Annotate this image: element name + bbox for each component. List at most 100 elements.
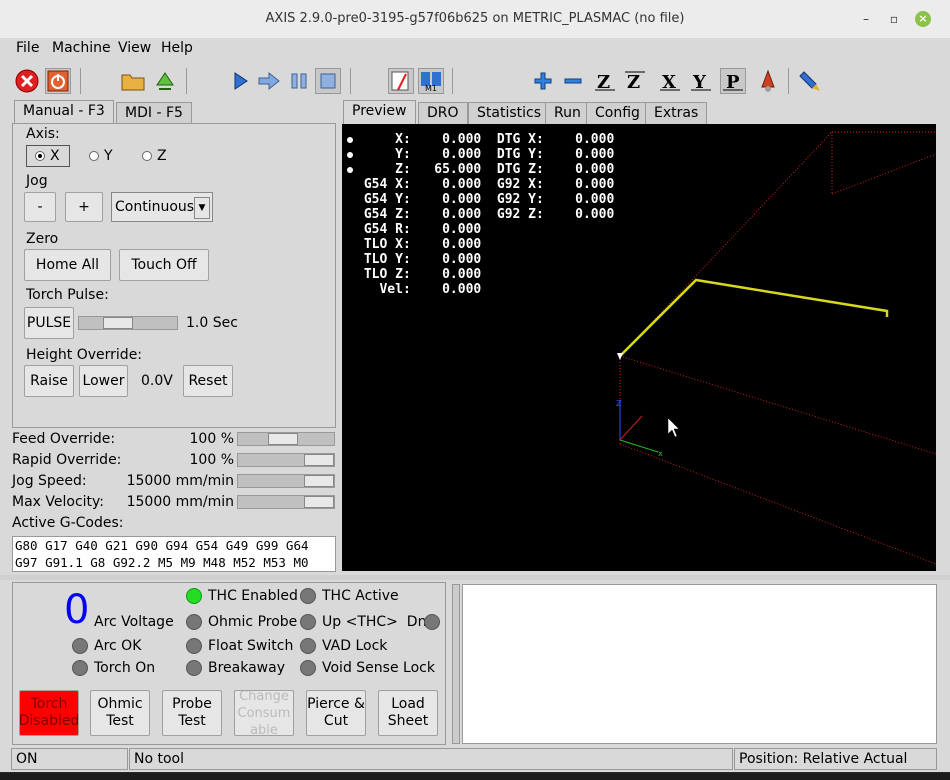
output-scrollbar[interactable] bbox=[452, 584, 460, 744]
menu-help[interactable]: Help bbox=[161, 40, 193, 56]
rapid-override-value: 100 % bbox=[189, 452, 234, 468]
menu-machine[interactable]: Machine bbox=[52, 40, 111, 56]
pierce-cut-button[interactable]: Pierce & Cut bbox=[306, 690, 366, 736]
zoom-out-icon[interactable] bbox=[560, 68, 586, 94]
axis-z-radio[interactable]: Z bbox=[142, 148, 167, 164]
dro-row: Vel: 0.000 bbox=[356, 282, 482, 297]
load-sheet-button[interactable]: Load Sheet bbox=[378, 690, 438, 736]
jog-minus-button[interactable]: - bbox=[24, 192, 56, 222]
thc-enabled-label: THC Enabled bbox=[208, 588, 298, 604]
probe-test-button[interactable]: Probe Test bbox=[162, 690, 222, 736]
float-switch-led bbox=[186, 638, 202, 654]
dro-row: Y: 0.000 DTG Y: 0.000 bbox=[356, 147, 615, 162]
tab-run[interactable]: Run bbox=[545, 102, 590, 124]
ohmic-probe-led bbox=[186, 614, 202, 630]
tab-preview[interactable]: Preview bbox=[343, 100, 416, 124]
output-text-area[interactable] bbox=[462, 584, 937, 744]
pulse-time-slider[interactable] bbox=[78, 316, 178, 330]
arc-ok-led bbox=[72, 638, 88, 654]
stop-icon[interactable] bbox=[315, 68, 341, 94]
dro-row: TLO X: 0.000 bbox=[356, 237, 482, 252]
home-all-button[interactable]: Home All bbox=[24, 249, 111, 281]
reload-icon[interactable] bbox=[152, 68, 178, 94]
preview-canvas[interactable]: Z x X: 0.000 DTG X: 0.000 Y: 0.000 DTG Y… bbox=[342, 124, 936, 571]
view-y-icon[interactable]: Y bbox=[688, 68, 714, 94]
svg-text:M1: M1 bbox=[425, 84, 437, 92]
pane-splitter[interactable] bbox=[0, 575, 950, 580]
max-velocity-slider[interactable] bbox=[237, 495, 335, 509]
tab-statistics[interactable]: Statistics bbox=[468, 102, 550, 124]
view-z-icon[interactable]: Z bbox=[592, 68, 618, 94]
max-velocity-label: Max Velocity: bbox=[12, 494, 105, 510]
thc-active-led bbox=[300, 588, 316, 604]
machine-power-icon[interactable] bbox=[45, 68, 71, 94]
axis-y-radio[interactable]: Y bbox=[89, 148, 113, 164]
pulse-button[interactable]: PULSE bbox=[24, 307, 74, 339]
thc-active-label: THC Active bbox=[322, 588, 399, 604]
touch-off-button[interactable]: Touch Off bbox=[119, 249, 209, 281]
feed-override-value: 100 % bbox=[189, 431, 234, 447]
optional-stop-icon[interactable]: M1 bbox=[418, 68, 444, 94]
lower-button[interactable]: Lower bbox=[79, 365, 128, 397]
view-z2-icon[interactable]: Z bbox=[622, 68, 648, 94]
view-x-icon[interactable]: X bbox=[657, 68, 683, 94]
feed-override-label: Feed Override: bbox=[12, 431, 116, 447]
active-gcodes-label: Active G-Codes: bbox=[12, 515, 124, 531]
ohmic-test-button[interactable]: Ohmic Test bbox=[90, 690, 150, 736]
minimize-icon[interactable]: – bbox=[858, 11, 874, 27]
axis-z-label: Z bbox=[157, 148, 167, 164]
axis-window: AXIS 2.9.0-pre0-3195-g57f06b625 on METRI… bbox=[0, 0, 950, 772]
jog-speed-slider[interactable] bbox=[237, 474, 335, 488]
thc-down-led bbox=[424, 614, 440, 630]
menu-view[interactable]: View bbox=[118, 40, 151, 56]
rapid-override-knob[interactable] bbox=[304, 454, 334, 466]
maximize-icon[interactable]: ▫ bbox=[886, 11, 902, 27]
rapid-override-slider[interactable] bbox=[237, 453, 335, 467]
arc-voltage-label: Arc Voltage bbox=[94, 614, 174, 630]
step-icon[interactable] bbox=[256, 68, 282, 94]
breakaway-label: Breakaway bbox=[208, 660, 285, 676]
tab-manual[interactable]: Manual - F3 bbox=[14, 100, 114, 124]
torch-disabled-button[interactable]: Torch Disabled bbox=[19, 690, 79, 736]
feed-override-slider[interactable] bbox=[237, 432, 335, 446]
axis-x-radio[interactable]: X bbox=[35, 148, 60, 164]
height-override-label: Height Override: bbox=[26, 347, 143, 363]
raise-button[interactable]: Raise bbox=[24, 365, 74, 397]
run-icon[interactable] bbox=[227, 68, 253, 94]
tab-mdi[interactable]: MDI - F5 bbox=[116, 102, 192, 124]
close-window-icon[interactable]: × bbox=[915, 11, 931, 27]
thc-enabled-led bbox=[186, 588, 202, 604]
estop-icon[interactable] bbox=[14, 68, 40, 94]
change-consumable-button[interactable]: Change Consumable bbox=[234, 690, 294, 736]
view-perspective-icon[interactable]: P bbox=[720, 68, 746, 94]
jog-mode-value: Continuous bbox=[115, 199, 195, 215]
dro-row: TLO Z: 0.000 bbox=[356, 267, 482, 282]
menu-bar: File Machine View Help bbox=[0, 38, 950, 62]
open-file-icon[interactable] bbox=[120, 68, 146, 94]
title-bar: AXIS 2.9.0-pre0-3195-g57f06b625 on METRI… bbox=[0, 0, 950, 39]
jog-speed-knob[interactable] bbox=[304, 475, 334, 487]
svg-text:x: x bbox=[658, 449, 663, 458]
active-gcodes-text[interactable]: G80 G17 G40 G21 G90 G94 G54 G49 G99 G64 … bbox=[12, 536, 336, 572]
block-delete-icon[interactable] bbox=[388, 68, 414, 94]
jog-mode-select[interactable]: Continuous ▼ bbox=[111, 192, 213, 222]
pulse-slider-knob[interactable] bbox=[103, 317, 133, 329]
reset-button[interactable]: Reset bbox=[183, 365, 233, 397]
vad-lock-led bbox=[300, 638, 316, 654]
menu-file[interactable]: File bbox=[16, 40, 39, 56]
dro-row: G54 X: 0.000 G92 X: 0.000 bbox=[356, 177, 615, 192]
jog-plus-button[interactable]: + bbox=[65, 192, 103, 222]
torch-on-label: Torch On bbox=[94, 660, 156, 676]
zoom-in-icon[interactable] bbox=[530, 68, 556, 94]
feed-override-knob[interactable] bbox=[267, 433, 298, 445]
tab-dro[interactable]: DRO bbox=[418, 102, 468, 124]
pause-icon[interactable] bbox=[286, 68, 312, 94]
dro-row: G54 R: 0.000 bbox=[356, 222, 482, 237]
toggle-rotate-icon[interactable] bbox=[755, 68, 781, 94]
float-switch-label: Float Switch bbox=[208, 638, 294, 654]
tab-extras[interactable]: Extras bbox=[645, 102, 708, 124]
thc-up-led bbox=[300, 614, 316, 630]
tab-config[interactable]: Config bbox=[586, 102, 649, 124]
clear-backplot-icon[interactable] bbox=[797, 68, 823, 94]
max-velocity-knob[interactable] bbox=[304, 496, 334, 508]
